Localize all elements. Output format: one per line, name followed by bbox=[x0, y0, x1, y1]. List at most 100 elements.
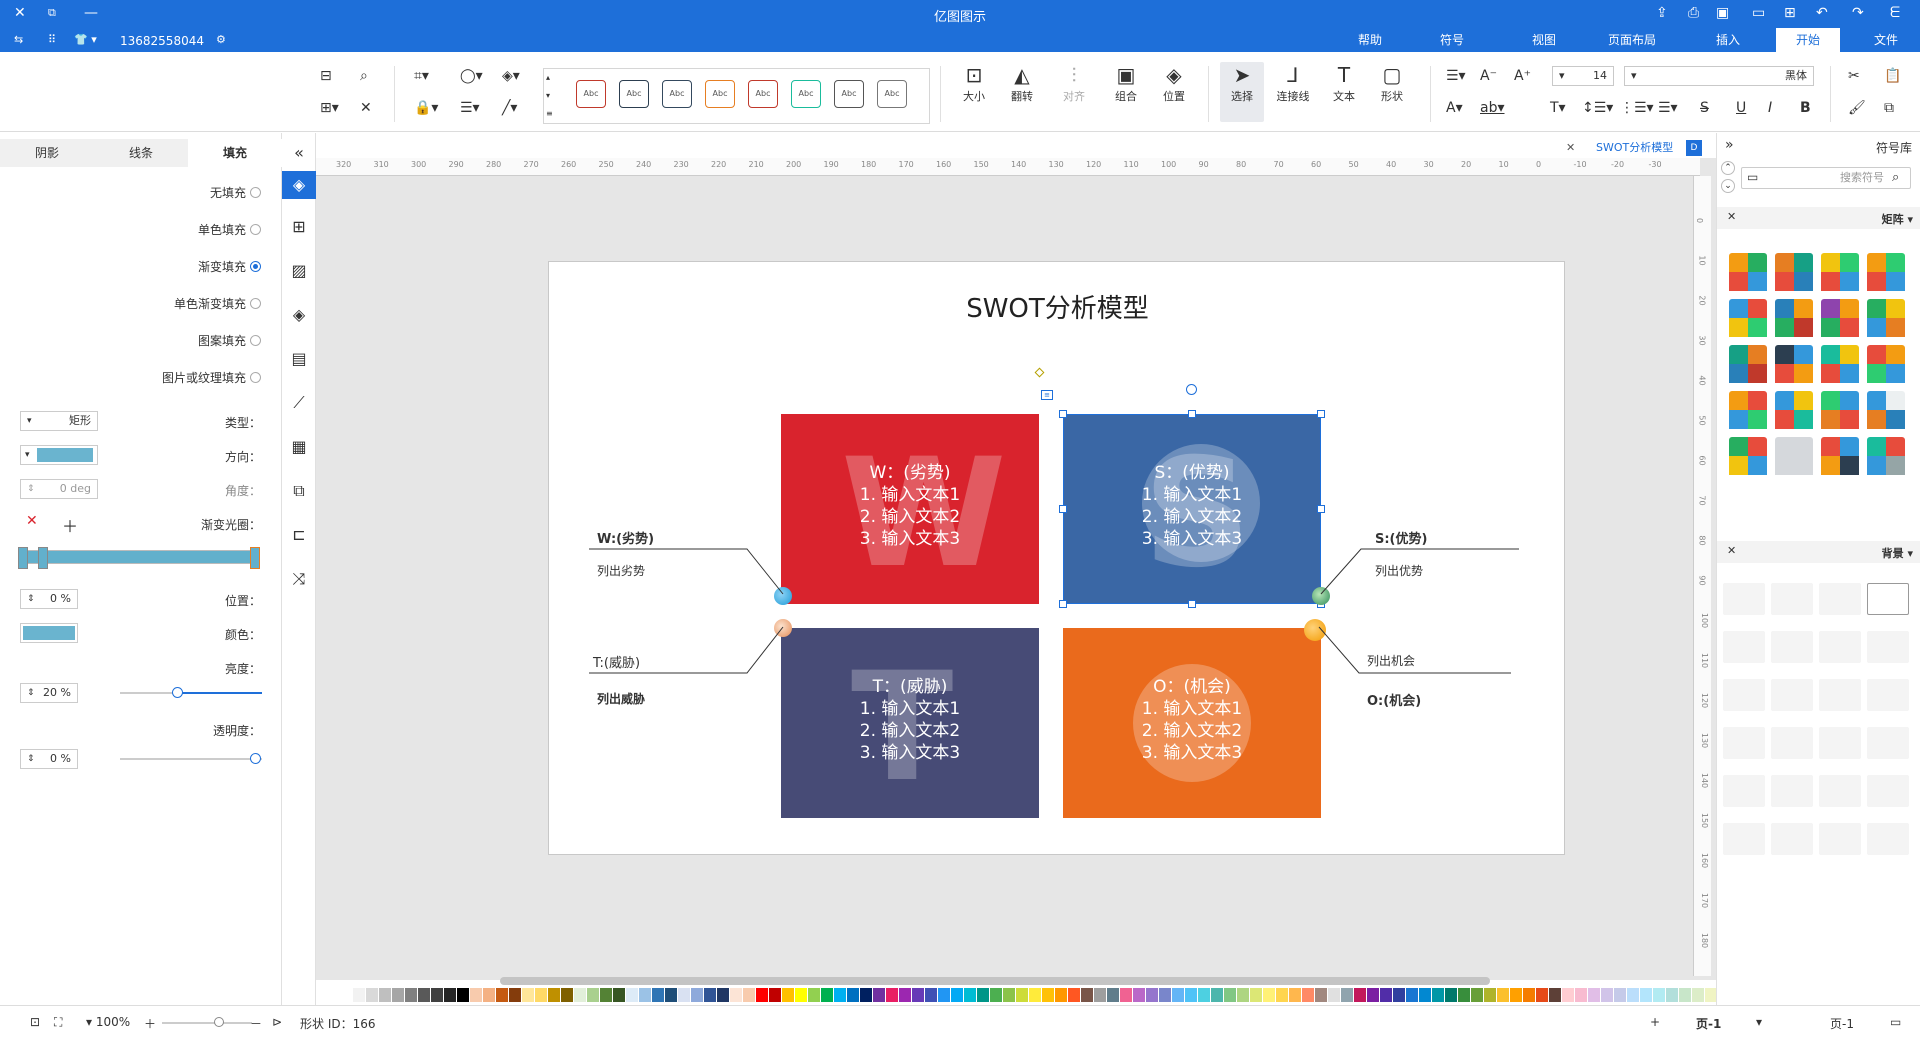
layers-panel-icon[interactable]: ◈ bbox=[282, 305, 316, 325]
zoom-in-icon[interactable]: ＋ bbox=[144, 1015, 156, 1032]
cut-icon[interactable]: ✂ bbox=[1848, 68, 1860, 84]
diagram-title[interactable]: SWOT分析模型 bbox=[549, 288, 1566, 325]
library-menu-icon[interactable]: ▭ bbox=[1747, 170, 1758, 184]
color-swatch[interactable] bbox=[782, 988, 794, 1002]
color-swatch[interactable] bbox=[1068, 988, 1080, 1002]
matrix-symbol-thumb[interactable] bbox=[1775, 437, 1813, 475]
label-t-sub[interactable]: 列出威胁 bbox=[597, 690, 645, 707]
font-color-icon[interactable]: A▾ bbox=[1446, 100, 1463, 116]
color-swatch[interactable] bbox=[1471, 988, 1483, 1002]
font-grow-icon[interactable]: A⁺ bbox=[1514, 68, 1531, 84]
style-swatch-7[interactable]: Abc bbox=[834, 80, 864, 108]
background-symbol-thumb[interactable] bbox=[1819, 679, 1861, 711]
matrix-symbol-thumb[interactable] bbox=[1821, 253, 1859, 291]
save-icon[interactable]: ▣ bbox=[1716, 5, 1729, 21]
crop-icon[interactable]: ⌗▾ bbox=[414, 68, 429, 84]
matrix-symbol-thumb[interactable] bbox=[1821, 437, 1859, 475]
color-swatch[interactable] bbox=[1445, 988, 1457, 1002]
undo-icon[interactable]: ↶ bbox=[1816, 5, 1828, 21]
color-swatch[interactable] bbox=[457, 988, 469, 1002]
color-swatch[interactable] bbox=[496, 988, 508, 1002]
quadrant-t[interactable]: T T：(威胁) 1. 输入文本1 2. 输入文本2 3. 输入文本3 bbox=[781, 628, 1039, 818]
zoom-select[interactable]: ▾ 100% bbox=[86, 1015, 130, 1029]
color-swatch[interactable] bbox=[1419, 988, 1431, 1002]
remove-stop-icon[interactable]: ✕ bbox=[26, 513, 38, 529]
resize-handle[interactable] bbox=[1188, 600, 1196, 608]
open-icon[interactable]: ▭ bbox=[1752, 5, 1765, 21]
color-swatch[interactable] bbox=[1523, 988, 1535, 1002]
color-swatch[interactable] bbox=[1575, 988, 1587, 1002]
matrix-symbol-thumb[interactable] bbox=[1867, 391, 1905, 429]
color-swatch[interactable] bbox=[1107, 988, 1119, 1002]
background-symbol-thumb[interactable] bbox=[1867, 631, 1909, 663]
strikethrough-icon[interactable]: S̶ bbox=[1700, 100, 1709, 116]
gradient-stop-right[interactable] bbox=[250, 547, 260, 569]
tab-fill[interactable]: 填充 bbox=[188, 139, 282, 167]
matrix-symbol-thumb[interactable] bbox=[1775, 299, 1813, 337]
style-swatch-6[interactable]: Abc bbox=[791, 80, 821, 108]
matrix-symbol-thumb[interactable] bbox=[1867, 299, 1905, 337]
color-swatch[interactable] bbox=[379, 988, 391, 1002]
angle-input[interactable]: ⇕ 0 deg bbox=[20, 479, 98, 499]
matrix-symbol-thumb[interactable] bbox=[1729, 345, 1767, 383]
style-swatch-2[interactable]: Abc bbox=[619, 80, 649, 108]
redo-icon[interactable]: ↷ bbox=[1852, 5, 1864, 21]
color-swatch[interactable] bbox=[1263, 988, 1275, 1002]
close-tab-icon[interactable]: ✕ bbox=[1566, 138, 1575, 158]
label-w-sub[interactable]: 列出劣势 bbox=[597, 562, 645, 579]
control-point[interactable] bbox=[1034, 367, 1045, 378]
tab-line[interactable]: 线条 bbox=[94, 139, 188, 167]
grid-panel-icon[interactable]: ⊞ bbox=[282, 217, 316, 237]
matrix-symbol-thumb[interactable] bbox=[1821, 345, 1859, 383]
diagram-page[interactable]: SWOT分析模型 W W：(劣势) 1. 输入文本1 2. 输入文本2 3. 输… bbox=[548, 261, 1565, 855]
color-swatch[interactable] bbox=[431, 988, 443, 1002]
color-swatch[interactable] bbox=[1081, 988, 1093, 1002]
position-button[interactable]: ◈ 位置 bbox=[1152, 62, 1196, 104]
background-symbol-thumb[interactable] bbox=[1723, 823, 1765, 855]
color-swatch[interactable] bbox=[405, 988, 417, 1002]
label-o-sub[interactable]: 列出机会 bbox=[1367, 652, 1415, 669]
background-symbol-thumb[interactable] bbox=[1867, 727, 1909, 759]
format-panel-icon[interactable]: ⊏ bbox=[282, 525, 316, 545]
matrix-symbol-thumb[interactable] bbox=[1775, 345, 1813, 383]
horizontal-scrollbar[interactable] bbox=[500, 977, 1490, 985]
matrix-symbol-thumb[interactable] bbox=[1729, 253, 1767, 291]
matrix-symbol-thumb[interactable] bbox=[1775, 391, 1813, 429]
color-swatch[interactable] bbox=[886, 988, 898, 1002]
background-symbol-thumb[interactable] bbox=[1819, 823, 1861, 855]
italic-icon[interactable]: I bbox=[1768, 100, 1772, 116]
color-swatch[interactable] bbox=[925, 988, 937, 1002]
tools-icon[interactable]: ✕ bbox=[360, 100, 372, 116]
flip-button[interactable]: ◭ 翻转 bbox=[1000, 62, 1044, 104]
fullscreen-icon[interactable]: ⛶ bbox=[54, 1015, 62, 1030]
color-swatch[interactable] bbox=[912, 988, 924, 1002]
gallery-down-icon[interactable]: ▾ bbox=[546, 91, 550, 100]
background-symbol-thumb[interactable] bbox=[1771, 679, 1813, 711]
color-swatch[interactable] bbox=[1146, 988, 1158, 1002]
text-highlight-icon[interactable]: ab▾ bbox=[1480, 100, 1505, 116]
color-swatch[interactable] bbox=[951, 988, 963, 1002]
color-swatch[interactable] bbox=[873, 988, 885, 1002]
rotate-handle[interactable] bbox=[1186, 384, 1197, 395]
color-swatch[interactable] bbox=[483, 988, 495, 1002]
background-symbol-thumb[interactable] bbox=[1819, 583, 1861, 615]
user-account[interactable]: 13682558044 bbox=[120, 33, 204, 49]
fill-picture-option[interactable]: 图片或纹理填充 bbox=[162, 370, 261, 386]
export-panel-icon[interactable]: ⧉ bbox=[282, 481, 316, 501]
color-swatch[interactable] bbox=[1510, 988, 1522, 1002]
color-swatch[interactable] bbox=[1289, 988, 1301, 1002]
brightness-slider-thumb[interactable] bbox=[172, 687, 183, 698]
background-symbol-thumb[interactable] bbox=[1723, 583, 1765, 615]
background-section-header[interactable]: ✕ 背景 ▾ bbox=[1717, 541, 1920, 563]
color-swatch[interactable] bbox=[743, 988, 755, 1002]
color-swatch[interactable] bbox=[1055, 988, 1067, 1002]
bullet-list-icon[interactable]: ⋮☰▾ bbox=[1620, 100, 1654, 116]
resize-handle[interactable] bbox=[1059, 410, 1067, 418]
color-swatch[interactable] bbox=[1341, 988, 1353, 1002]
color-swatch[interactable] bbox=[1120, 988, 1132, 1002]
color-swatch[interactable] bbox=[1328, 988, 1340, 1002]
color-swatch[interactable] bbox=[522, 988, 534, 1002]
color-swatch[interactable] bbox=[1601, 988, 1613, 1002]
color-swatch[interactable] bbox=[1432, 988, 1444, 1002]
fill-gradient-option[interactable]: 渐变填充 bbox=[198, 259, 261, 275]
